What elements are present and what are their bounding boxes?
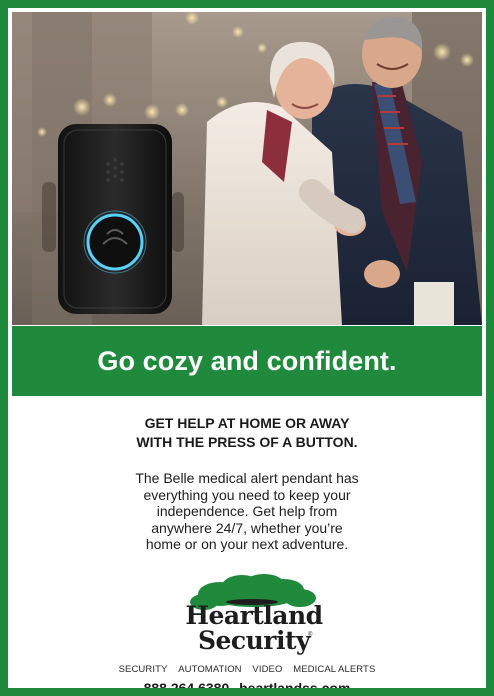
subheadline-line-1: GET HELP AT HOME OR AWAY (144, 415, 350, 431)
contact-info: 888.264.6380 heartlandss.com (8, 680, 486, 688)
registered-mark: ® (308, 632, 313, 638)
body-line: independence. Get help from (156, 503, 338, 520)
service-item: SECURITY (118, 664, 168, 675)
hero-photo (12, 12, 482, 325)
medical-alert-pendant (58, 124, 172, 314)
body-line: everything you need to keep your (143, 486, 351, 503)
service-item: AUTOMATION (178, 664, 242, 675)
heartland-security-logo: Heartland Security ® (180, 574, 328, 658)
body-line: anywhere 24/7, whether you’re (151, 519, 343, 536)
subheadline: GET HELP AT HOME OR AWAY WITH THE PRESS … (8, 414, 486, 452)
subheadline-line-2: WITH THE PRESS OF A BUTTON. (136, 434, 358, 450)
hero-illustration (12, 12, 482, 325)
service-item: VIDEO (252, 664, 283, 675)
headline-band: Go cozy and confident. (12, 326, 482, 396)
body-line: home or on your next adventure. (145, 536, 349, 553)
advertisement: Go cozy and confident. GET HELP AT HOME … (0, 0, 494, 696)
service-item: MEDICAL ALERTS (293, 664, 376, 675)
phone-number[interactable]: 888.264.6380 (144, 680, 230, 688)
services-list: SECURITY AUTOMATION VIDEO MEDICAL ALERTS (8, 664, 486, 675)
headline: Go cozy and confident. (97, 345, 397, 376)
website-link[interactable]: heartlandss.com (239, 680, 350, 688)
logo-wordmark-line-2: Security (197, 626, 311, 655)
body-copy: The Belle medical alert pendant has ever… (8, 470, 486, 553)
body-line: The Belle medical alert pendant has (135, 470, 359, 486)
